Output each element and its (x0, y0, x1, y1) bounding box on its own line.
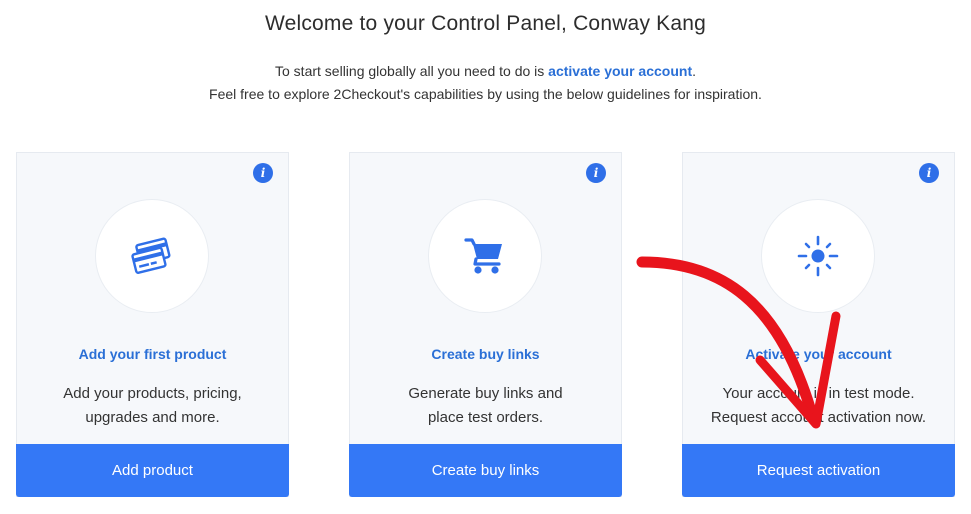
icon-circle (761, 199, 875, 313)
page-title: Welcome to your Control Panel, Conway Ka… (264, 12, 707, 35)
info-icon[interactable]: i (586, 163, 606, 183)
card-title: Activate your account (745, 346, 892, 362)
card-description: Your account is in test mode. Request ac… (710, 385, 927, 426)
icon-circle (95, 199, 209, 313)
add-product-button[interactable]: Add product (16, 444, 289, 497)
card-description: Add your products, pricing, upgrades and… (63, 385, 242, 426)
card-create-buy-links: i Create buy links Generate buy links an… (349, 152, 622, 497)
create-buy-links-button[interactable]: Create buy links (349, 444, 622, 497)
card-add-product: i Add your first product Add your produc… (16, 152, 289, 497)
intro-text: To start selling globally all you need t… (0, 60, 971, 106)
request-activation-button[interactable]: Request activation (682, 444, 955, 497)
shopping-cart-icon (464, 238, 502, 274)
card-activate-account: i Activate your account Your account is … (682, 152, 955, 497)
card-description: Generate buy links and place test orders… (408, 385, 563, 426)
info-icon[interactable]: i (253, 163, 273, 183)
card-title: Add your first product (78, 346, 227, 362)
intro-line-2: Feel free to explore 2Checkout's capabil… (209, 86, 762, 102)
info-icon[interactable]: i (919, 163, 939, 183)
activation-icon (797, 235, 839, 277)
card-title: Create buy links (431, 346, 540, 362)
activate-account-link[interactable]: activate your account (548, 63, 692, 79)
intro-line-1: To start selling globally all you need t… (275, 63, 696, 79)
credit-cards-icon (131, 237, 171, 274)
icon-circle (428, 199, 542, 313)
